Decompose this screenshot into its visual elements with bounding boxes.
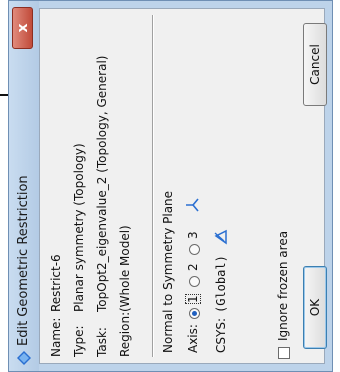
axis-radio-1-label[interactable]: 1 <box>184 294 202 304</box>
csys-value: (Global) <box>214 255 228 313</box>
info-region-label: Region: <box>118 311 132 357</box>
cancel-button[interactable]: Cancel <box>303 23 327 106</box>
create-csys-icon[interactable] <box>184 197 200 213</box>
diamond-arrows-icon <box>17 351 31 365</box>
axis-radio-3[interactable] <box>189 244 200 255</box>
info-task-label: Task: <box>95 327 109 357</box>
info-name-value: Restrict-6 <box>49 254 63 312</box>
dialog-title: Edit Geometric Restriction <box>16 175 31 346</box>
info-type-row: Type: Planar symmetry (Topology) <box>72 143 86 357</box>
info-type-value: Planar symmetry (Topology) <box>72 143 86 312</box>
close-button[interactable]: x <box>12 7 33 49</box>
separator <box>152 15 154 357</box>
info-region-row: Region:(Whole Model) <box>118 225 132 357</box>
info-type-label: Type: <box>72 325 86 357</box>
ignore-frozen-label[interactable]: Ignore frozen area <box>276 231 290 341</box>
axis-radio-2-label[interactable]: 2 <box>186 263 200 271</box>
axis-radio-3-label[interactable]: 3 <box>186 231 200 239</box>
ignore-frozen-checkbox[interactable] <box>278 347 290 359</box>
pick-csys-icon[interactable] <box>212 229 228 245</box>
axis-radio-1[interactable] <box>189 308 200 319</box>
axis-radio-2[interactable] <box>189 276 200 287</box>
dialog-body: Name: Restrict-6 Type: Planar symmetry (To… <box>39 8 327 364</box>
symmetry-plane-title: Normal to Symmetry Plane <box>161 190 175 353</box>
info-name-label: Name: <box>49 317 63 357</box>
axis-label: Axis: <box>186 324 200 353</box>
ok-button[interactable]: OK <box>303 266 327 349</box>
title-bar[interactable]: Edit Geometric Restriction x <box>9 1 39 371</box>
info-name-row: Name: Restrict-6 <box>49 254 63 357</box>
info-region-value: (Whole Model) <box>118 225 132 312</box>
edit-geometric-restriction-dialog: Edit Geometric Restriction x Name: Restri… <box>8 0 333 372</box>
csys-label: CSYS: <box>214 318 228 353</box>
info-task-row: Task: TopOpt2_eigenvalue_2 (Topology, Gen… <box>95 56 109 357</box>
info-task-value: TopOpt2_eigenvalue_2 (Topology, General) <box>95 55 109 312</box>
